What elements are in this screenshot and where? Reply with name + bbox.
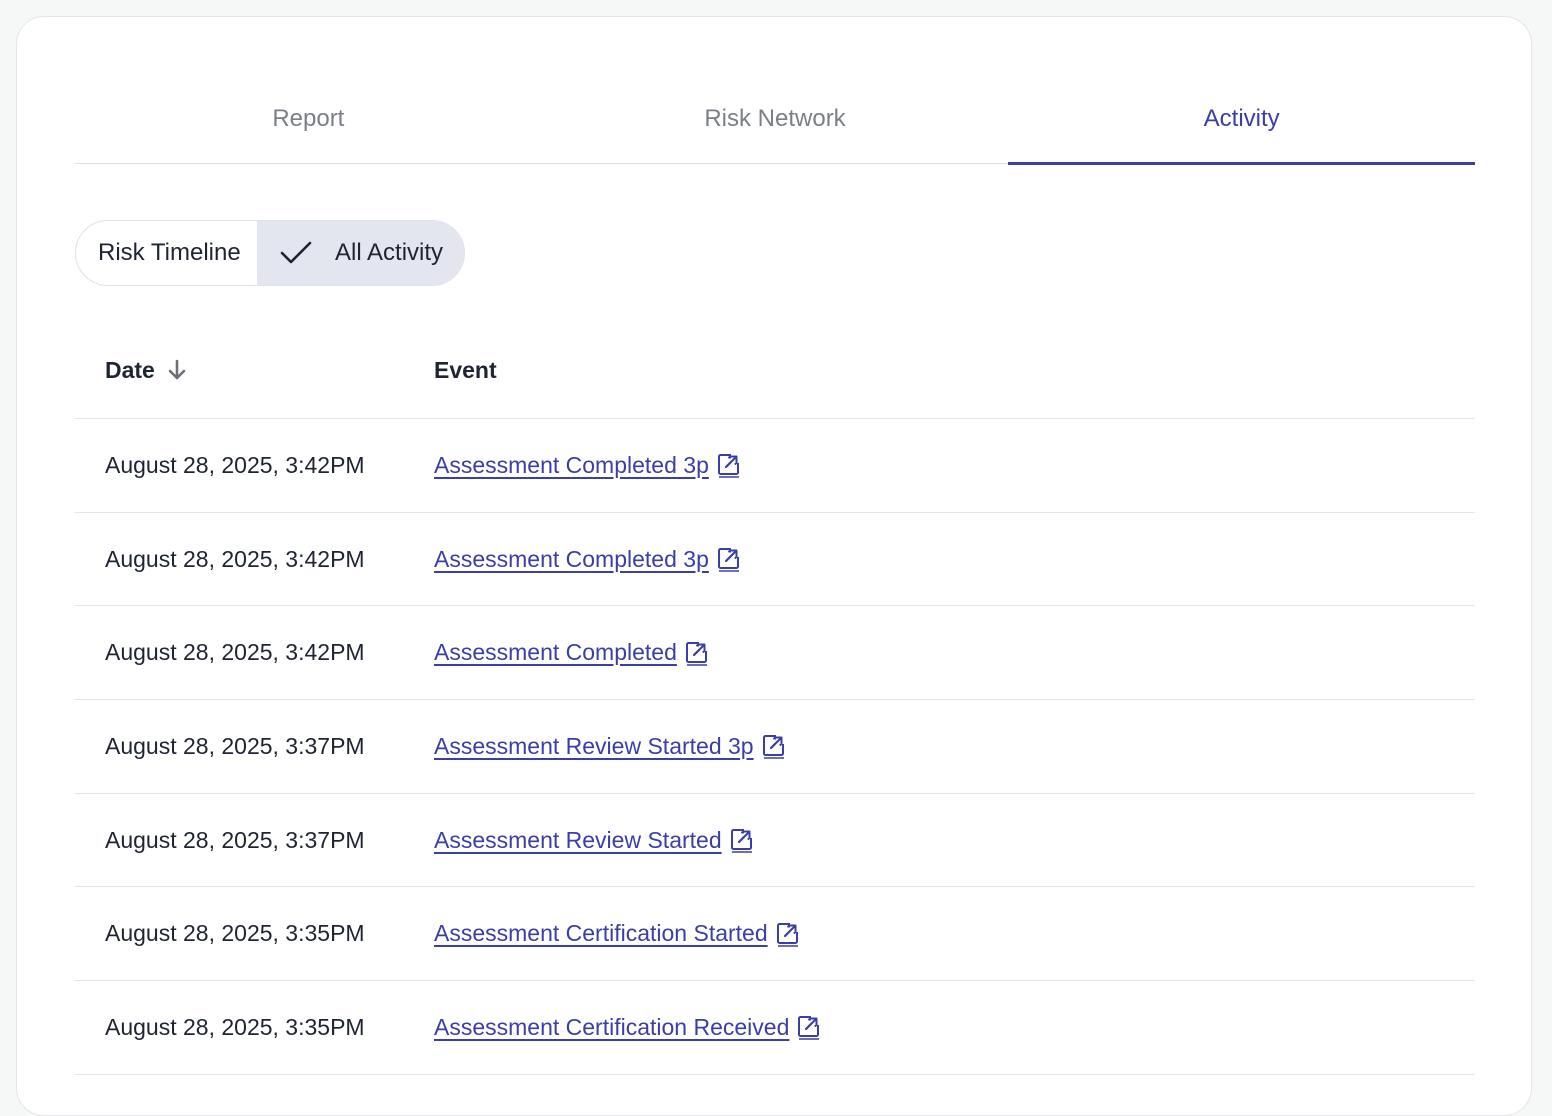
row-event: Assessment Certification Received: [434, 1014, 1475, 1041]
external-link-icon[interactable]: [717, 546, 741, 572]
row-date: August 28, 2025, 3:37PM: [105, 826, 365, 853]
row-event: Assessment Completed 3p: [434, 452, 1475, 479]
event-link-text: Assessment Completed: [434, 639, 677, 666]
activity-table: Date Event August 28, 2025, 3:42PM Asses…: [75, 322, 1475, 1075]
row-date: August 28, 2025, 3:37PM: [105, 732, 365, 759]
arrow-down-icon[interactable]: [167, 359, 187, 381]
row-date: August 28, 2025, 3:42PM: [105, 545, 365, 572]
row-event: Assessment Completed: [434, 639, 1475, 666]
external-link-icon[interactable]: [797, 1014, 821, 1041]
event-link-text: Assessment Completed 3p: [434, 451, 709, 478]
row-event: Assessment Completed 3p: [434, 546, 1475, 573]
event-link[interactable]: Assessment Review Started: [434, 827, 754, 854]
event-link[interactable]: Assessment Certification Received: [434, 1014, 821, 1041]
table-row: August 28, 2025, 3:35PM Assessment Certi…: [75, 981, 1475, 1075]
row-event: Assessment Review Started: [434, 827, 1475, 854]
event-link[interactable]: Assessment Completed: [434, 639, 709, 666]
event-link[interactable]: Assessment Completed 3p: [434, 452, 741, 479]
external-link-icon[interactable]: [776, 921, 800, 947]
external-link-icon[interactable]: [762, 733, 786, 760]
tab-report[interactable]: Report: [75, 89, 542, 163]
table-row: August 28, 2025, 3:37PM Assessment Revie…: [75, 700, 1475, 794]
row-date: August 28, 2025, 3:42PM: [105, 451, 365, 478]
event-link-text: Assessment Certification Started: [434, 920, 768, 947]
event-link[interactable]: Assessment Review Started 3p: [434, 733, 786, 760]
table-body: August 28, 2025, 3:42PM Assessment Compl…: [75, 419, 1475, 1075]
table-header: Date Event: [75, 322, 1475, 419]
event-column-header: Event: [434, 356, 497, 383]
event-link-text: Assessment Review Started: [434, 826, 722, 853]
check-icon: [280, 241, 312, 264]
table-row: August 28, 2025, 3:42PM Assessment Compl…: [75, 513, 1475, 607]
view-toggle: Risk Timeline All Activity: [75, 220, 465, 286]
table-row: August 28, 2025, 3:42PM Assessment Compl…: [75, 419, 1475, 513]
table-row: August 28, 2025, 3:37PM Assessment Revie…: [75, 794, 1475, 888]
activity-card: Report Risk Network Activity Risk Timeli…: [16, 16, 1532, 1116]
row-event: Assessment Review Started 3p: [434, 733, 1475, 760]
row-event: Assessment Certification Started: [434, 920, 1475, 947]
row-date: August 28, 2025, 3:35PM: [105, 920, 365, 947]
all-activity-toggle[interactable]: All Activity: [257, 221, 464, 285]
event-link-text: Assessment Certification Received: [434, 1013, 790, 1040]
event-link[interactable]: Assessment Completed 3p: [434, 546, 741, 573]
external-link-icon[interactable]: [730, 827, 754, 853]
tab-bar: Report Risk Network Activity: [75, 89, 1475, 165]
table-row: August 28, 2025, 3:35PM Assessment Certi…: [75, 887, 1475, 982]
date-header-label: Date: [105, 356, 155, 383]
event-link-text: Assessment Review Started 3p: [434, 732, 754, 759]
row-date: August 28, 2025, 3:42PM: [105, 639, 365, 666]
risk-timeline-toggle[interactable]: Risk Timeline: [76, 221, 257, 285]
event-link-text: Assessment Completed 3p: [434, 545, 709, 572]
table-row: August 28, 2025, 3:42PM Assessment Compl…: [75, 606, 1475, 701]
row-date: August 28, 2025, 3:35PM: [105, 1013, 365, 1040]
all-activity-label: All Activity: [335, 239, 444, 266]
external-link-icon[interactable]: [685, 640, 709, 666]
external-link-icon[interactable]: [717, 452, 741, 479]
date-column-header[interactable]: Date: [75, 357, 434, 384]
tab-risk-network[interactable]: Risk Network: [542, 89, 1009, 163]
tab-activity[interactable]: Activity: [1008, 89, 1475, 165]
risk-timeline-label: Risk Timeline: [98, 239, 241, 266]
event-link[interactable]: Assessment Certification Started: [434, 920, 800, 947]
